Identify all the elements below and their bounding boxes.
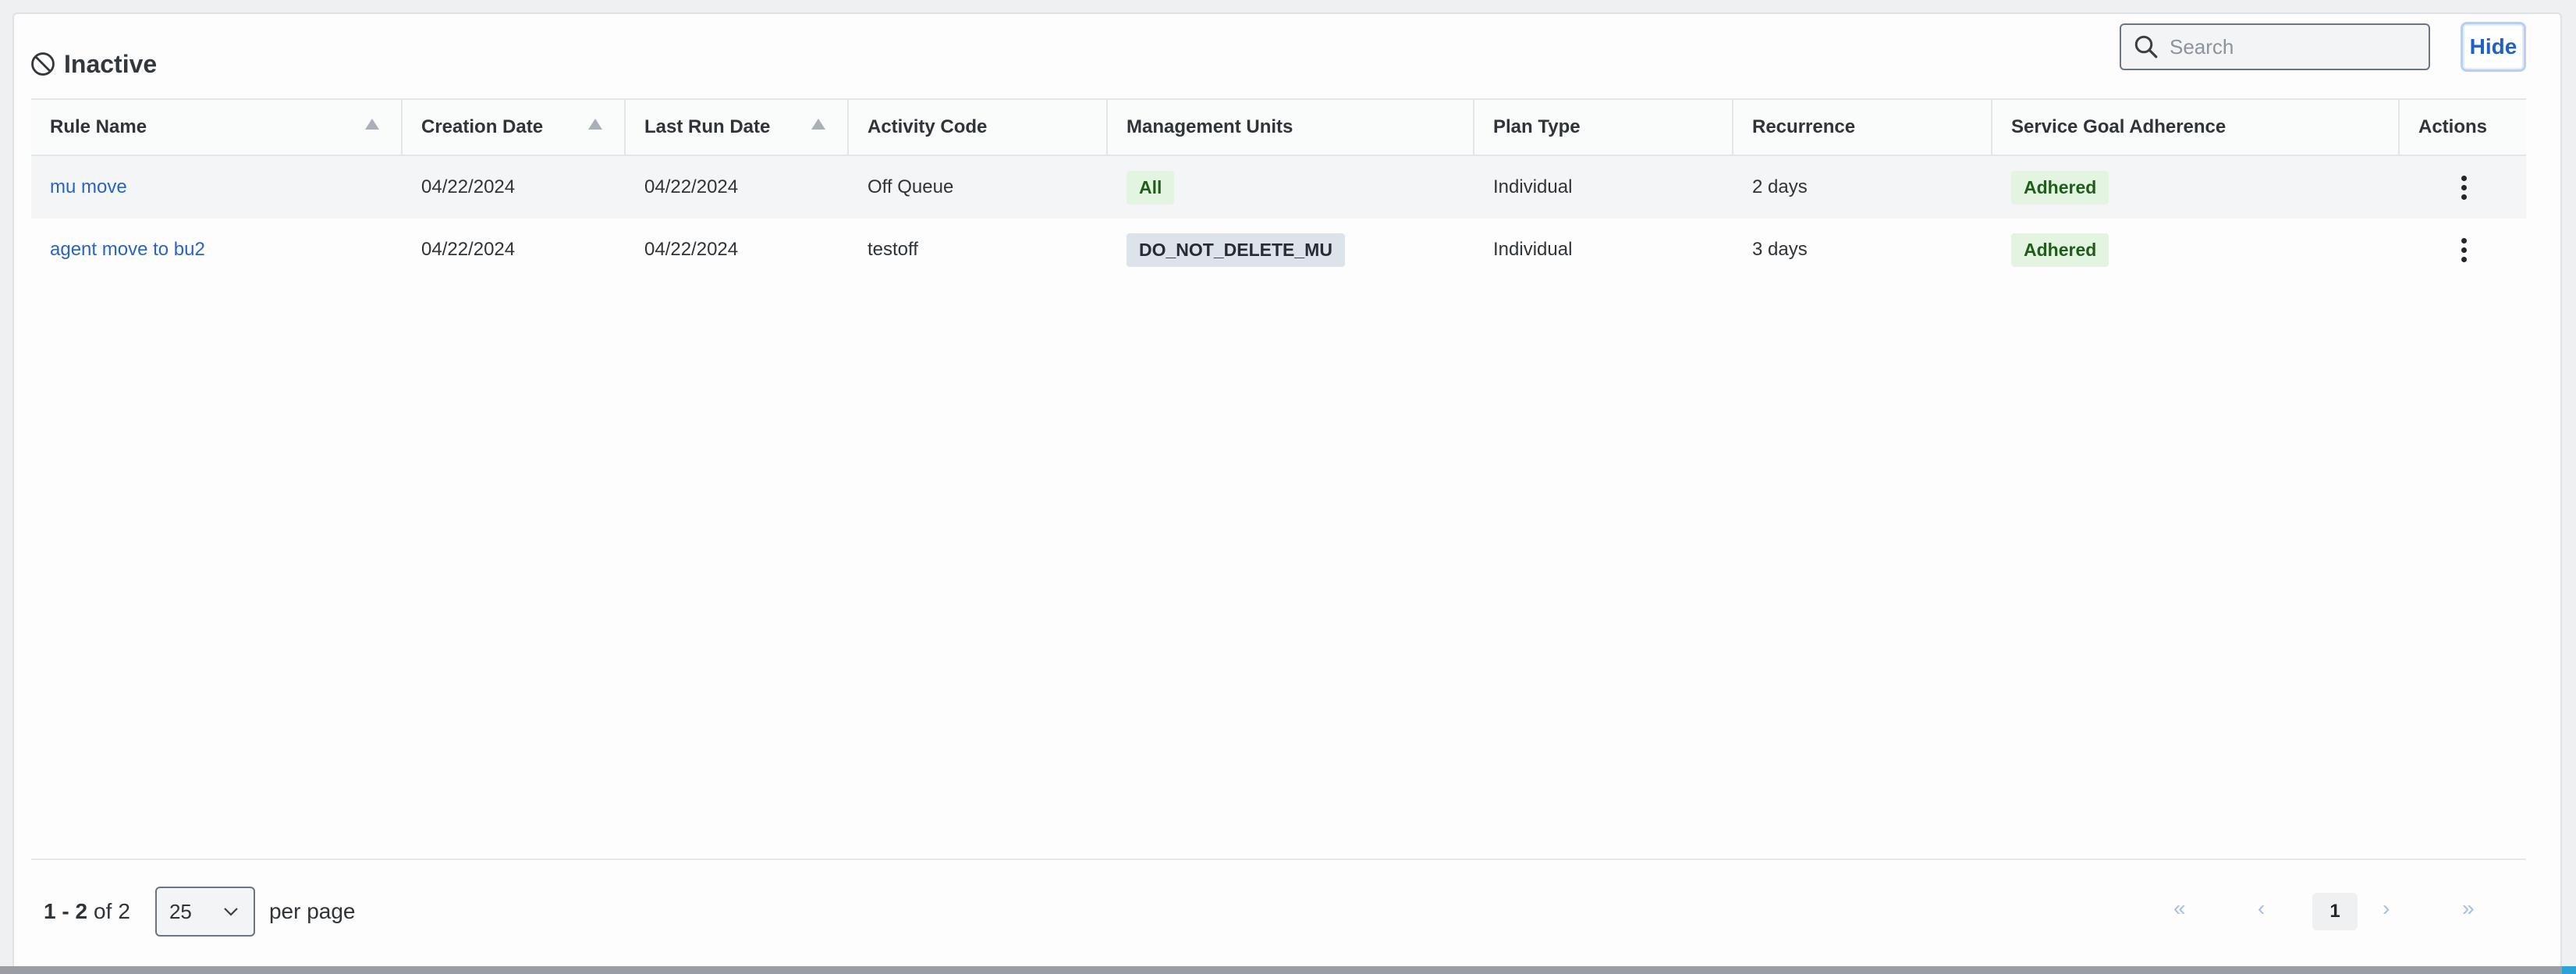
- column-header-rule-name[interactable]: Rule Name: [31, 100, 403, 155]
- cell-creation-date: 04/22/2024: [421, 239, 516, 260]
- range-text: 1 - 2: [44, 899, 88, 923]
- table-row: mu move 04/22/2024 04/22/2024 Off Queue …: [31, 156, 2526, 219]
- column-label: Activity Code: [868, 116, 988, 137]
- cell-rule-name: agent move to bu2: [31, 239, 403, 261]
- last-page-icon[interactable]: »: [2462, 896, 2475, 921]
- cell-adherence: Adhered: [1992, 170, 2400, 204]
- sort-asc-icon[interactable]: [365, 119, 379, 130]
- current-page-button[interactable]: 1: [2312, 893, 2358, 930]
- page-title: Inactive: [64, 49, 158, 78]
- column-label: Recurrence: [1752, 116, 1856, 137]
- previous-page-icon[interactable]: ‹: [2258, 896, 2265, 921]
- cell-actions: [2400, 175, 2526, 200]
- footer-divider: [31, 858, 2526, 860]
- per-page-value: 25: [169, 899, 192, 923]
- search-box[interactable]: [2120, 23, 2430, 70]
- sort-asc-icon[interactable]: [588, 119, 602, 130]
- column-header-activity-code: Activity Code: [849, 100, 1108, 155]
- rule-name-link[interactable]: agent move to bu2: [50, 239, 205, 260]
- column-header-last-run-date[interactable]: Last Run Date: [626, 100, 849, 155]
- per-page-label: per page: [268, 899, 356, 923]
- total-count: 2: [118, 899, 130, 923]
- management-unit-chip: DO_NOT_DELETE_MU: [1127, 233, 1345, 267]
- column-header-recurrence: Recurrence: [1733, 100, 1992, 155]
- pagination-summary: 1 - 2 of 2 25 per page: [44, 887, 356, 937]
- panel-header: Inactive: [30, 41, 157, 87]
- cell-management-units: All: [1108, 170, 1474, 204]
- more-actions-icon[interactable]: [2456, 237, 2471, 262]
- cell-adherence: Adhered: [1992, 233, 2400, 267]
- cell-activity-code: testoff: [868, 239, 918, 260]
- search-icon: [2134, 35, 2158, 59]
- accent-corner: [2562, 966, 2576, 974]
- cell-recurrence: 3 days: [1752, 239, 1808, 260]
- block-icon: [31, 52, 55, 76]
- cell-plan-type: Individual: [1493, 239, 1573, 260]
- search-input[interactable]: [2168, 34, 2421, 60]
- cell-management-units: DO_NOT_DELETE_MU: [1108, 233, 1474, 267]
- adherence-badge: Adhered: [2011, 233, 2109, 267]
- column-label: Actions: [2418, 116, 2488, 137]
- cell-creation-date: 04/22/2024: [421, 176, 516, 197]
- window-bottom-edge: [0, 966, 2576, 974]
- cell-last-run-date: 04/22/2024: [644, 176, 739, 197]
- table-header-row: Rule Name Creation Date Last Run Date Ac…: [31, 100, 2526, 156]
- first-page-icon[interactable]: «: [2173, 896, 2186, 921]
- hide-button[interactable]: Hide: [2461, 22, 2526, 72]
- next-page-icon[interactable]: ›: [2383, 896, 2390, 921]
- column-label: Rule Name: [50, 116, 147, 137]
- column-header-creation-date[interactable]: Creation Date: [403, 100, 626, 155]
- adherence-badge: Adhered: [2011, 170, 2109, 204]
- more-actions-icon[interactable]: [2456, 175, 2471, 200]
- column-label: Plan Type: [1493, 116, 1581, 137]
- cell-activity-code: Off Queue: [868, 176, 954, 197]
- of-label: of: [94, 899, 112, 923]
- cell-last-run-date: 04/22/2024: [644, 239, 739, 260]
- cell-rule-name: mu move: [31, 176, 403, 198]
- management-unit-chip: All: [1127, 170, 1175, 204]
- chevron-down-icon: [224, 908, 238, 916]
- column-label: Management Units: [1127, 116, 1293, 137]
- column-header-service-goal-adherence: Service Goal Adherence: [1992, 100, 2400, 155]
- column-header-plan-type: Plan Type: [1474, 100, 1733, 155]
- cell-recurrence: 2 days: [1752, 176, 1808, 197]
- per-page-select[interactable]: 25: [154, 887, 255, 937]
- column-header-actions: Actions: [2400, 100, 2526, 155]
- sort-asc-icon[interactable]: [811, 119, 825, 130]
- column-header-management-units: Management Units: [1108, 100, 1474, 155]
- column-label: Creation Date: [421, 116, 544, 137]
- cell-plan-type: Individual: [1493, 176, 1573, 197]
- rules-table: Rule Name Creation Date Last Run Date Ac…: [31, 98, 2526, 281]
- column-label: Last Run Date: [644, 116, 771, 137]
- table-row: agent move to bu2 04/22/2024 04/22/2024 …: [31, 219, 2526, 281]
- rule-name-link[interactable]: mu move: [50, 176, 127, 197]
- column-label: Service Goal Adherence: [2011, 116, 2227, 137]
- cell-actions: [2400, 237, 2526, 262]
